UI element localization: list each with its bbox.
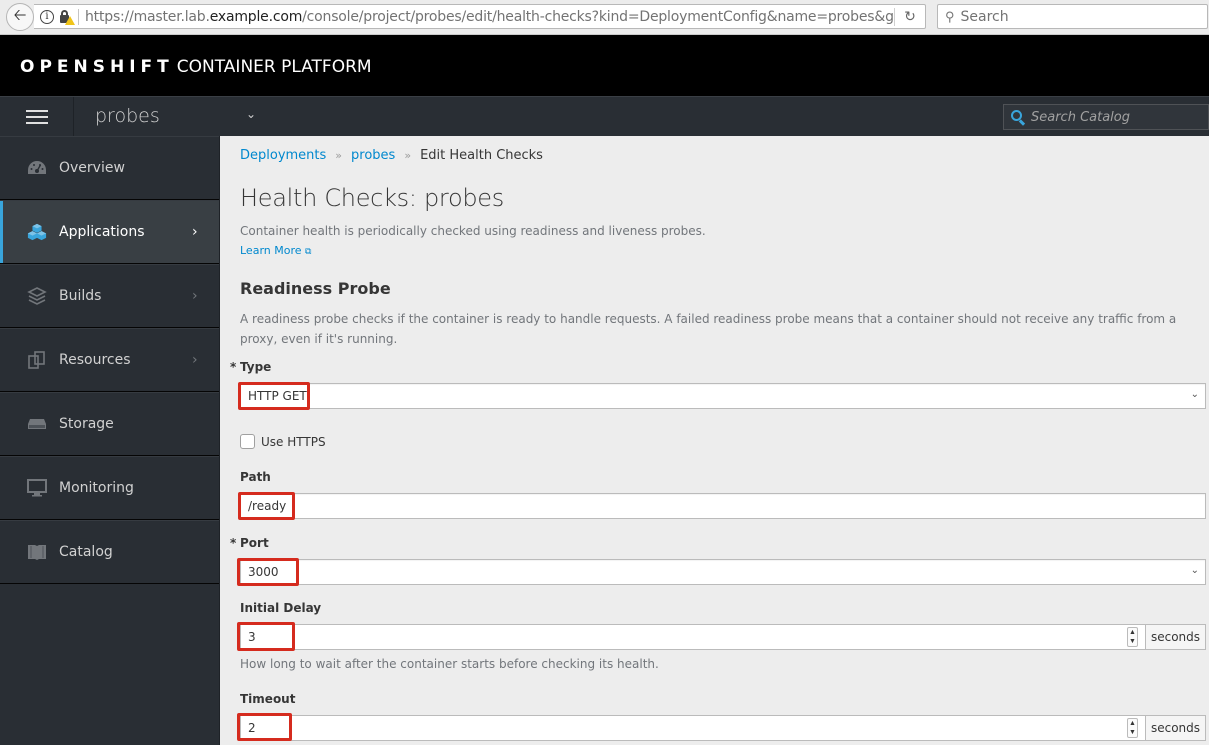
search-icon	[1011, 110, 1026, 126]
search-icon: ⚲	[945, 8, 955, 24]
breadcrumb-current: Edit Health Checks	[420, 148, 543, 163]
chevron-right-icon: ›	[192, 288, 198, 304]
caret-down-icon[interactable]: ▼	[1129, 637, 1136, 646]
breadcrumb-deployments[interactable]: Deployments	[240, 148, 326, 163]
back-button[interactable]: 🡠	[6, 3, 34, 31]
resources-icon	[27, 350, 47, 370]
sidebar-item-label: Applications	[59, 224, 145, 240]
layers-icon	[27, 286, 47, 306]
chevron-down-icon: ⌄	[1190, 565, 1199, 576]
project-selector[interactable]: probes	[95, 105, 160, 127]
brand-logo[interactable]: OPENSHIFT CONTAINER PLATFORM	[20, 57, 372, 77]
hamburger-menu-button[interactable]	[0, 97, 74, 137]
monitor-icon	[27, 478, 47, 498]
number-spinner[interactable]: ▲ ▼	[1127, 718, 1138, 738]
browser-search-box[interactable]: ⚲	[937, 4, 1208, 29]
caret-up-icon[interactable]: ▲	[1129, 628, 1136, 637]
sidebar-item-label: Builds	[59, 288, 102, 304]
initial-delay-input[interactable]	[241, 625, 1145, 649]
sidebar-item-label: Resources	[59, 352, 131, 368]
initial-delay-group: ▲▼ seconds	[240, 624, 1206, 650]
sidebar-item-builds[interactable]: Builds ›	[0, 264, 219, 328]
external-link-icon: ⧉	[305, 247, 312, 257]
breadcrumb: Deployments» probes» Edit Health Checks	[240, 148, 543, 163]
number-spinner[interactable]: ▲ ▼	[1127, 627, 1138, 647]
chevron-down-icon[interactable]: ⌄	[246, 107, 256, 121]
dashboard-icon	[27, 158, 47, 178]
path-input[interactable]	[240, 493, 1206, 519]
sidebar-item-label: Catalog	[59, 544, 113, 560]
browser-toolbar: 🡠 i https://master.lab.example.com/conso…	[0, 0, 1209, 35]
address-bar[interactable]: i https://master.lab.example.com/console…	[34, 4, 926, 29]
sidebar-item-applications[interactable]: Applications ›	[0, 200, 219, 264]
timeout-group: ▲▼ seconds	[240, 715, 1206, 741]
caret-up-icon[interactable]: ▲	[1129, 719, 1136, 728]
sidebar-item-label: Monitoring	[59, 480, 134, 496]
main-content: Deployments» probes» Edit Health Checks He…	[220, 136, 1209, 745]
sidebar-nav: Overview Applications › Builds › Resourc…	[0, 136, 220, 745]
chevron-right-icon: ›	[192, 352, 198, 368]
project-bar: probes ⌄	[0, 96, 1209, 137]
initial-delay-help: How long to wait after the container sta…	[240, 657, 659, 671]
path-field[interactable]	[241, 494, 1205, 518]
url-text[interactable]: https://master.lab.example.com/console/p…	[85, 9, 894, 25]
sidebar-item-monitoring[interactable]: Monitoring	[0, 456, 219, 520]
caret-down-icon[interactable]: ▼	[1129, 728, 1136, 737]
readiness-probe-description: A readiness probe checks if the containe…	[240, 312, 1177, 346]
cubes-icon	[27, 222, 47, 242]
breadcrumb-probes[interactable]: probes	[351, 148, 395, 163]
chevron-right-icon: ›	[192, 224, 198, 240]
learn-more-link[interactable]: Learn More ⧉	[240, 244, 311, 257]
sidebar-item-label: Overview	[59, 160, 125, 176]
page-description: Container health is periodically checked…	[240, 224, 706, 238]
sidebar-item-overview[interactable]: Overview	[0, 136, 219, 200]
lock-warning-icon[interactable]	[59, 9, 75, 25]
path-label: Path	[240, 470, 271, 484]
reload-icon[interactable]: ↻	[895, 5, 925, 28]
timeout-unit: seconds	[1146, 715, 1206, 741]
readiness-probe-title: Readiness Probe	[240, 279, 391, 298]
sidebar-item-storage[interactable]: Storage	[0, 392, 219, 456]
sidebar-item-label: Storage	[59, 416, 114, 432]
checkbox[interactable]	[240, 434, 255, 449]
info-icon[interactable]: i	[40, 9, 54, 24]
initial-delay-unit: seconds	[1146, 624, 1206, 650]
sidebar-item-catalog[interactable]: Catalog	[0, 520, 219, 584]
browser-search-input[interactable]	[960, 8, 1181, 25]
book-icon	[27, 542, 47, 562]
type-label: * Type	[230, 360, 272, 374]
port-label: * Port	[230, 536, 269, 550]
timeout-label: Timeout	[240, 692, 296, 706]
catalog-search-box[interactable]	[1003, 104, 1209, 130]
masthead: OPENSHIFT CONTAINER PLATFORM	[0, 35, 1209, 96]
initial-delay-label: Initial Delay	[240, 601, 322, 615]
arrow-left-icon: 🡠	[13, 6, 27, 24]
catalog-search-input[interactable]	[1031, 109, 1201, 125]
use-https-checkbox[interactable]: Use HTTPS	[240, 434, 326, 449]
port-select[interactable]: 3000 ⌄	[240, 559, 1206, 585]
type-select[interactable]: HTTP GET ⌄	[240, 383, 1206, 409]
url-separator	[78, 8, 79, 25]
storage-icon	[27, 414, 47, 434]
page-title: Health Checks: probes	[240, 184, 504, 212]
chevron-down-icon: ⌄	[1190, 389, 1199, 400]
timeout-input[interactable]	[241, 716, 1145, 740]
sidebar-item-resources[interactable]: Resources ›	[0, 328, 219, 392]
hamburger-icon	[25, 110, 48, 124]
